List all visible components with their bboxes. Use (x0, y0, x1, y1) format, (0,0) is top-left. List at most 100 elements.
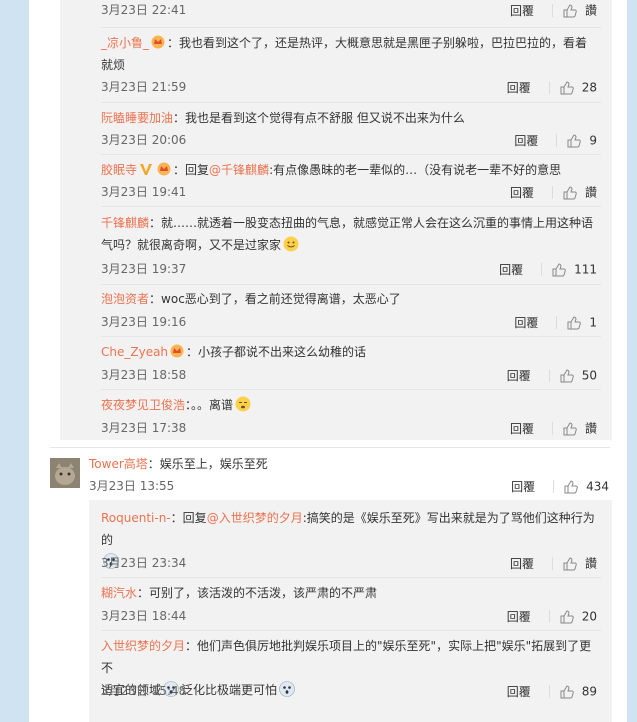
username-link[interactable]: 入世织梦的夕月 (101, 639, 185, 653)
comment-text: 。。离谱 (191, 398, 234, 412)
comment-item: 夜夜梦见卫俊浩：。。离谱 (101, 394, 601, 416)
reply-button[interactable]: 回覆 (507, 366, 531, 386)
mention-link[interactable]: @千锋麒麟 (209, 163, 269, 177)
comment-time: 3月23日 19:16 (101, 315, 187, 329)
comment-actions: 回覆 讚 (510, 0, 597, 20)
username-link[interactable]: 泡泡资者 (101, 292, 149, 306)
comment-item: Che_Zyeah ：小孩子都说不出来这么幼稚的话 (101, 344, 367, 359)
comment-time: 3月23日 23:34 (101, 556, 187, 570)
like-count: 9 (589, 133, 597, 148)
username-link[interactable]: 糊汽水 (101, 586, 137, 600)
comment-text: 娱乐至上，娱乐至死 (159, 457, 268, 471)
comment-item: 阮瞌睡要加油：我也是看到这个觉得有点不舒服 但又说不出来为什么 (101, 111, 465, 125)
comment-time: 3月23日 20:06 (101, 133, 187, 147)
thumb-up-icon[interactable] (560, 684, 574, 699)
comment-item: 千锋麒麟：就……就透着一股变态扭曲的气息，就感觉正常人会在这么沉重的事情上用这种… (101, 216, 594, 252)
like-count: 434 (586, 479, 609, 494)
username-link[interactable]: Tower高塔 (89, 457, 148, 471)
username-link[interactable]: 阮瞌睡要加油 (101, 111, 173, 125)
thumb-up-icon[interactable] (563, 3, 577, 18)
comment-text-cont: 泛化比极端更可怕 (181, 683, 278, 697)
comment-text: 我也是看到这个觉得有点不舒服 但又说不出来为什么 (185, 111, 465, 125)
like-count: 20 (581, 609, 597, 624)
mention-link[interactable]: @入世织梦的夕月 (207, 511, 303, 525)
thumb-up-icon[interactable] (560, 609, 574, 624)
comment-actions: 回覆 讚 (510, 182, 597, 202)
comment-actions: 回覆 20 (507, 606, 597, 626)
username-link[interactable]: _凉小鲁_ (101, 36, 149, 50)
crown-badge-icon (170, 344, 184, 358)
username-link[interactable]: 千锋麒麟 (101, 216, 149, 230)
divider (101, 206, 601, 207)
thumb-up-icon[interactable] (567, 315, 582, 330)
reply-button[interactable]: 回覆 (510, 554, 534, 574)
comment-item: 胶眠寺 ：回复@千锋麒麟:有点像愚昧的老一辈似的…（没有说老一辈不好的意思 (101, 162, 562, 177)
comment-text: 可别了，该活泼的不活泼，该严肃的不严肃 (149, 586, 378, 600)
comment-time: 3月23日 13:55 (89, 479, 175, 493)
reply-button[interactable]: 回覆 (514, 131, 538, 151)
smile-emoji-icon (283, 236, 299, 252)
divider (101, 102, 601, 103)
reply-button[interactable]: 回覆 (507, 682, 531, 702)
like-count: 1 (589, 315, 597, 330)
divider (101, 27, 601, 28)
like-count: 讚 (584, 556, 597, 571)
divider (101, 630, 601, 631)
like-count: 讚 (584, 185, 597, 200)
thumb-up-icon[interactable] (563, 185, 577, 200)
comment-actions: 回覆 1 (514, 312, 597, 332)
thumb-up-icon[interactable] (567, 133, 582, 148)
v-badge-icon (140, 164, 153, 175)
comment-time: 3月23日 19:37 (101, 262, 187, 276)
divider (101, 154, 601, 155)
comment-time: 3月23日 17:38 (101, 421, 187, 435)
comment-text: 我也看到这个了，还是热评，大概意思就是黑匣子别躲啦，巴拉巴拉的，看着 (179, 36, 588, 50)
comment-actions: 回覆 434 (511, 476, 609, 496)
username-link[interactable]: 夜夜梦见卫俊浩 (101, 398, 185, 412)
crown-badge-icon (157, 162, 171, 176)
thumb-up-icon[interactable] (560, 80, 574, 95)
like-count: 讚 (584, 421, 597, 436)
username-link[interactable]: Roquenti-n- (101, 511, 171, 525)
reply-button[interactable]: 回覆 (499, 260, 523, 280)
reply-button[interactable]: 回覆 (510, 1, 534, 21)
divider (101, 577, 601, 578)
reply-button[interactable]: 回覆 (507, 607, 531, 627)
comment-time: 3月23日 21:59 (101, 80, 187, 94)
thumb-up-icon[interactable] (564, 479, 578, 494)
thumb-up-icon[interactable] (563, 421, 577, 436)
comment-time: 3月23日 18:44 (101, 609, 187, 623)
thumb-up-icon[interactable] (560, 368, 574, 383)
comment-actions: 回覆 28 (507, 77, 597, 97)
comment-text-cont: 就烦 (101, 58, 126, 72)
like-count: 89 (581, 684, 597, 699)
reply-button[interactable]: 回覆 (510, 183, 534, 203)
like-count: 讚 (584, 3, 597, 18)
divider (101, 389, 601, 390)
comment-text-cont: 气吗？就很离奇啊，又不是过家家 (101, 238, 282, 252)
divider (101, 336, 601, 337)
username-link[interactable]: Che_Zyeah (101, 345, 168, 359)
shocked-emoji-icon (279, 681, 295, 697)
comment-actions: 回覆 9 (514, 130, 597, 150)
username-link[interactable]: 胶眠寺 (101, 163, 137, 177)
divider (50, 447, 610, 448)
reply-button[interactable]: 回覆 (507, 78, 531, 98)
comment-item: 糊汽水：可别了，该活泼的不活泼，该严肃的不严肃 (101, 586, 378, 600)
reply-button[interactable]: 回覆 (511, 477, 535, 497)
comment-time: 3月23日 22:41 (101, 3, 187, 17)
comment-item: _凉小鲁_ ：我也看到这个了，还是热评，大概意思就是黑匣子别躲啦，巴拉巴拉的，看着… (101, 35, 588, 72)
avatar[interactable] (50, 458, 80, 488)
like-count: 28 (581, 80, 597, 95)
thumb-up-icon[interactable] (563, 556, 577, 571)
thumb-up-icon[interactable] (552, 262, 566, 277)
main-comment: Tower高塔：娱乐至上，娱乐至死 (89, 457, 268, 471)
reply-button[interactable]: 回覆 (510, 419, 534, 439)
comment-actions: 回覆 讚 (510, 553, 597, 573)
comment-actions: 回覆 89 (507, 681, 597, 701)
comment-text: :有点像愚昧的老一辈似的…（没有说老一辈不好的意思 (269, 163, 562, 177)
comment-item: 泡泡资者：woc恶心到了，看之前还觉得离谱，太恶心了 (101, 292, 401, 306)
cat-avatar-icon (50, 458, 80, 488)
reply-button[interactable]: 回覆 (514, 313, 538, 333)
comment-text: woc恶心到了，看之前还觉得离谱，太恶心了 (161, 292, 401, 306)
